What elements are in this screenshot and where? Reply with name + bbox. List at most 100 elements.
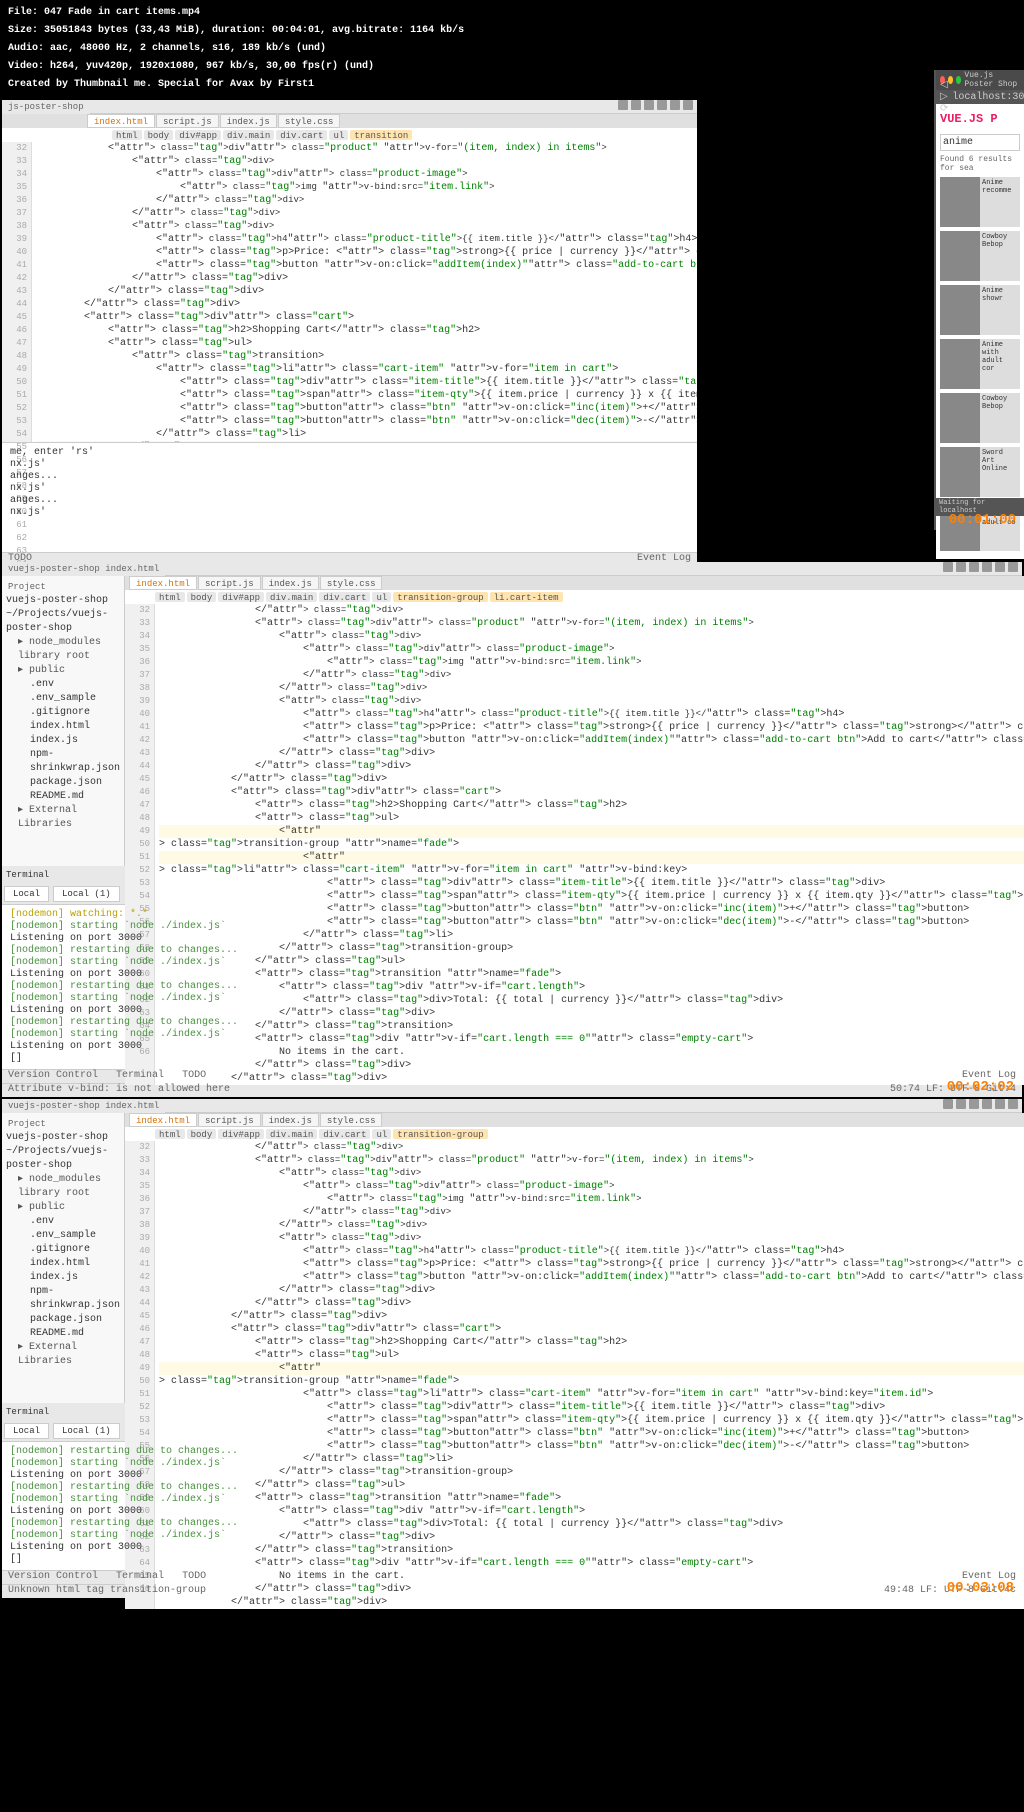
tree-item[interactable]: .gitignore [6, 706, 120, 720]
code-editor[interactable]: </"attr"> class="tag">div> <"attr"> clas… [155, 604, 1024, 1085]
term-tab-local-1[interactable]: Local (1) [53, 886, 120, 902]
run-icon[interactable] [943, 562, 953, 572]
bc-transition-group[interactable]: transition-group [393, 1129, 487, 1139]
search-icon[interactable] [683, 100, 693, 110]
tree-item[interactable]: .env [6, 1215, 120, 1229]
tree-item[interactable]: README.md [6, 1327, 120, 1341]
search-icon[interactable] [1008, 562, 1018, 572]
tree-item[interactable]: ▸ public [6, 1201, 120, 1215]
address-bar[interactable]: ◁ ▷ ⟳localhost:3000 [936, 90, 1024, 104]
tree-item[interactable]: .env [6, 678, 120, 692]
term-tab-local[interactable]: Local [4, 1423, 49, 1439]
code-editor[interactable]: <"attr"> class="tag">div"attr"> class="p… [32, 142, 697, 442]
maximize-icon[interactable] [956, 76, 961, 84]
code-editor[interactable]: </"attr"> class="tag">div> <"attr"> clas… [155, 1141, 1024, 1609]
run-icon[interactable] [618, 100, 628, 110]
tree-item[interactable]: package.json [6, 1313, 120, 1327]
bc-body[interactable]: body [187, 592, 217, 602]
bc-cart[interactable]: div.cart [319, 1129, 370, 1139]
bc-cart[interactable]: div.cart [276, 130, 327, 140]
terminal-tab[interactable]: Terminal [116, 1070, 164, 1081]
term-tab-local-1[interactable]: Local (1) [53, 1423, 120, 1439]
term-tab-local[interactable]: Local [4, 886, 49, 902]
tab-index-js[interactable]: index.js [262, 576, 319, 590]
bc-ul[interactable]: ul [372, 1129, 391, 1139]
tree-item[interactable]: ▸ node_modules library root [6, 636, 120, 664]
bc-main[interactable]: div.main [266, 1129, 317, 1139]
project-root[interactable]: vuejs-poster-shop ~/Projects/vuejs-poste… [6, 594, 120, 636]
tree-item[interactable]: npm-shrinkwrap.json [6, 748, 120, 776]
product-thumb[interactable]: Anime showr [940, 285, 1020, 335]
tree-item[interactable]: package.json [6, 776, 120, 790]
tab-script-js[interactable]: script.js [198, 1113, 261, 1127]
search-input[interactable]: anime [940, 134, 1020, 151]
tree-item[interactable]: ▸ External Libraries [6, 804, 120, 832]
debug-icon[interactable] [631, 100, 641, 110]
project-path[interactable]: vuejs-poster-shop index.html [2, 1099, 165, 1113]
tree-item[interactable]: npm-shrinkwrap.json [6, 1285, 120, 1313]
tab-index-html[interactable]: index.html [129, 1113, 197, 1127]
bc-main[interactable]: div.main [223, 130, 274, 140]
tree-item[interactable]: index.js [6, 734, 120, 748]
product-thumb[interactable]: Anime recomme [940, 177, 1020, 227]
tab-index-js[interactable]: index.js [262, 1113, 319, 1127]
bc-html[interactable]: html [112, 130, 142, 140]
tab-index-html[interactable]: index.html [129, 576, 197, 590]
search-icon[interactable] [1008, 1099, 1018, 1109]
project-sidebar[interactable]: Project vuejs-poster-shop ~/Projects/vue… [2, 576, 125, 866]
debug-icon[interactable] [956, 1099, 966, 1109]
bc-ul[interactable]: ul [329, 130, 348, 140]
vcs-icon[interactable] [982, 1099, 992, 1109]
tab-index-html[interactable]: index.html [87, 114, 155, 128]
bc-body[interactable]: body [187, 1129, 217, 1139]
tab-script-js[interactable]: script.js [198, 576, 261, 590]
debug-icon[interactable] [956, 562, 966, 572]
tree-item[interactable]: .gitignore [6, 1243, 120, 1257]
bc-li-cart-item[interactable]: li.cart-item [490, 592, 563, 602]
tree-item[interactable]: index.html [6, 1257, 120, 1271]
tree-item[interactable]: ▸ public [6, 664, 120, 678]
bc-main[interactable]: div.main [266, 592, 317, 602]
stop-icon[interactable] [969, 1099, 979, 1109]
minimize-icon[interactable] [948, 76, 953, 84]
tab-script-js[interactable]: script.js [156, 114, 219, 128]
terminal-output[interactable]: me, enter 'rs'nx.js'anges...nx.js'anges.… [2, 442, 697, 552]
tab-index-js[interactable]: index.js [220, 114, 277, 128]
run-icon[interactable] [943, 1099, 953, 1109]
stop-icon[interactable] [969, 562, 979, 572]
project-root[interactable]: vuejs-poster-shop ~/Projects/vuejs-poste… [6, 1131, 120, 1173]
bc-html[interactable]: html [155, 592, 185, 602]
terminal-tab[interactable]: Terminal [116, 1571, 164, 1582]
tree-item[interactable]: ▸ External Libraries [6, 1341, 120, 1369]
project-tab[interactable]: js-poster-shop [2, 100, 90, 114]
settings-icon[interactable] [995, 562, 1005, 572]
product-thumb[interactable]: Cowboy Bebop [940, 393, 1020, 443]
tab-style-css[interactable]: style.css [278, 114, 341, 128]
bc-app[interactable]: div#app [175, 130, 221, 140]
bc-app[interactable]: div#app [218, 1129, 264, 1139]
stop-icon[interactable] [644, 100, 654, 110]
vcs-icon[interactable] [657, 100, 667, 110]
vc-tab[interactable]: Version Control [8, 1070, 98, 1081]
project-sidebar[interactable]: Project vuejs-poster-shop ~/Projects/vue… [2, 1113, 125, 1403]
todo-tab[interactable]: TODO [182, 1070, 206, 1081]
tree-item[interactable]: index.html [6, 720, 120, 734]
bc-body[interactable]: body [144, 130, 174, 140]
tree-item[interactable]: .env_sample [6, 692, 120, 706]
bc-ul[interactable]: ul [372, 592, 391, 602]
settings-icon[interactable] [995, 1099, 1005, 1109]
tree-item[interactable]: .env_sample [6, 1229, 120, 1243]
bc-html[interactable]: html [155, 1129, 185, 1139]
product-thumb[interactable]: Anime with adult cor [940, 339, 1020, 389]
product-thumb[interactable]: Sword Art Online [940, 447, 1020, 497]
tree-item[interactable]: README.md [6, 790, 120, 804]
vcs-icon[interactable] [982, 562, 992, 572]
project-path[interactable]: vuejs-poster-shop index.html [2, 562, 165, 576]
todo-tab[interactable]: TODO [182, 1571, 206, 1582]
bc-app[interactable]: div#app [218, 592, 264, 602]
bc-transition[interactable]: transition [350, 130, 412, 140]
tree-item[interactable]: index.js [6, 1271, 120, 1285]
bc-cart[interactable]: div.cart [319, 592, 370, 602]
bc-transition-group[interactable]: transition-group [393, 592, 487, 602]
settings-icon[interactable] [670, 100, 680, 110]
